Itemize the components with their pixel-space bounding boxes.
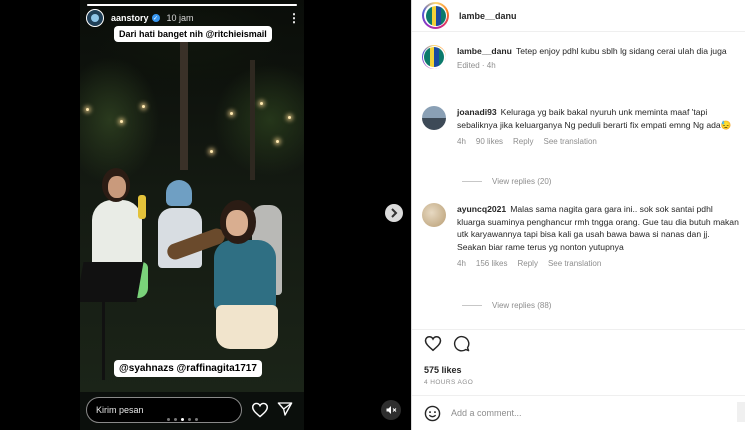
next-story-button[interactable] — [385, 204, 403, 222]
singer-left — [92, 200, 142, 270]
send-icon[interactable] — [277, 401, 293, 417]
view-replies-button[interactable]: View replies (20) — [462, 177, 551, 186]
comment-likes[interactable]: 156 likes — [476, 258, 508, 271]
caption-meta: Edited · 4h — [457, 60, 496, 70]
emoji-icon[interactable] — [424, 405, 441, 422]
comment-item: joanadi93 Keluraga yg baik bakal nyuruh u… — [422, 106, 739, 149]
comment-icon[interactable] — [453, 335, 470, 352]
story-username[interactable]: aanstory — [111, 13, 149, 23]
media-area: aanstory ✓ 10 jam ⋮ Dari hati banget nih… — [0, 0, 411, 430]
story-caption-bottom: @syahnazs @raffinagita1717 — [114, 360, 262, 377]
pagination-dot — [188, 418, 191, 421]
story-header: aanstory ✓ 10 jam ⋮ — [86, 8, 300, 28]
story-pagination-dots — [167, 418, 198, 421]
light-bulb — [142, 105, 145, 108]
post-username[interactable]: lambe__danu — [459, 11, 517, 21]
view-replies-button[interactable]: View replies (88) — [462, 301, 551, 310]
singer-right-skirt — [216, 305, 278, 349]
heart-icon[interactable] — [424, 335, 442, 352]
see-translation-button[interactable]: See translation — [548, 258, 601, 271]
story-frame[interactable]: aanstory ✓ 10 jam ⋮ Dari hati banget nih… — [80, 0, 304, 430]
heart-icon[interactable] — [251, 402, 269, 418]
more-icon[interactable]: ⋮ — [288, 12, 300, 24]
singer-right-face — [226, 210, 248, 236]
comment-text: Keluraga yg baik bakal nyuruh unk memint… — [457, 107, 732, 130]
music-stand-pole — [102, 300, 105, 380]
add-comment-input[interactable] — [451, 408, 671, 418]
mute-icon — [386, 406, 397, 414]
comment-time: 4h — [457, 259, 466, 268]
comment-item: ayuncq2021 Malas sama nagita gara gara in… — [422, 203, 739, 271]
singer-left-face — [108, 176, 126, 198]
reply-button[interactable]: Reply — [517, 258, 537, 271]
caption-username[interactable]: lambe__danu — [457, 46, 512, 56]
light-bulb — [288, 116, 291, 119]
story-progress-fill — [87, 4, 297, 6]
pagination-dot — [174, 418, 177, 421]
story-avatar[interactable] — [86, 9, 104, 27]
light-bulb — [120, 120, 123, 123]
pagination-dot — [167, 418, 170, 421]
comment-username[interactable]: ayuncq2021 — [457, 204, 506, 214]
light-bulb — [276, 140, 279, 143]
comment-username[interactable]: joanadi93 — [457, 107, 497, 117]
tree-trunk — [250, 60, 255, 180]
caption-text: Tetep enjoy pdhl kubu sblh lg sidang cer… — [515, 46, 727, 56]
light-bulb — [210, 150, 213, 153]
light-bulb — [260, 102, 263, 105]
post-actions: 575 likes 4 HOURS AGO — [412, 329, 745, 395]
light-bulb — [230, 112, 233, 115]
post-panel: lambe__danu lambe__danu Tetep enjoy pdhl … — [411, 0, 745, 430]
likes-count[interactable]: 575 likes — [424, 365, 462, 375]
singer-right — [214, 240, 276, 310]
tree-trunk — [180, 40, 188, 170]
guitarist-hat — [166, 180, 192, 206]
verified-icon: ✓ — [151, 14, 160, 22]
post-caption: lambe__danu Tetep enjoy pdhl kubu sblh lg… — [422, 45, 739, 72]
scrollbar[interactable] — [737, 402, 745, 422]
reply-button[interactable]: Reply — [513, 136, 533, 149]
pagination-dot — [195, 418, 198, 421]
see-translation-button[interactable]: See translation — [543, 136, 596, 149]
comment-likes[interactable]: 90 likes — [476, 136, 503, 149]
view-replies-label: View replies (88) — [492, 301, 552, 310]
instagram-post-view: aanstory ✓ 10 jam ⋮ Dari hati banget nih… — [0, 0, 745, 430]
story-video[interactable] — [80, 0, 304, 392]
comments-list[interactable]: lambe__danu Tetep enjoy pdhl kubu sblh lg… — [412, 33, 745, 329]
comment-avatar[interactable] — [422, 203, 446, 227]
pagination-dot — [181, 418, 184, 421]
light-bulb — [86, 108, 89, 111]
post-avatar[interactable] — [422, 2, 449, 29]
chevron-right-icon — [391, 208, 398, 218]
story-reply-input[interactable]: Kirim pesan — [86, 397, 242, 423]
view-replies-label: View replies (20) — [492, 177, 552, 186]
comment-avatar[interactable] — [422, 106, 446, 130]
post-time: 4 HOURS AGO — [424, 379, 474, 386]
music-stand — [80, 262, 144, 302]
post-header: lambe__danu — [412, 0, 745, 32]
caption-avatar[interactable] — [422, 45, 446, 69]
mute-button[interactable] — [381, 400, 401, 420]
story-caption-top: Dari hati banget nih @ritchieismail — [114, 26, 272, 42]
story-time: 10 jam — [166, 13, 194, 23]
story-progress-bar — [87, 4, 297, 6]
comment-time: 4h — [457, 137, 466, 146]
microphone — [138, 195, 146, 219]
add-comment-bar — [412, 395, 745, 430]
